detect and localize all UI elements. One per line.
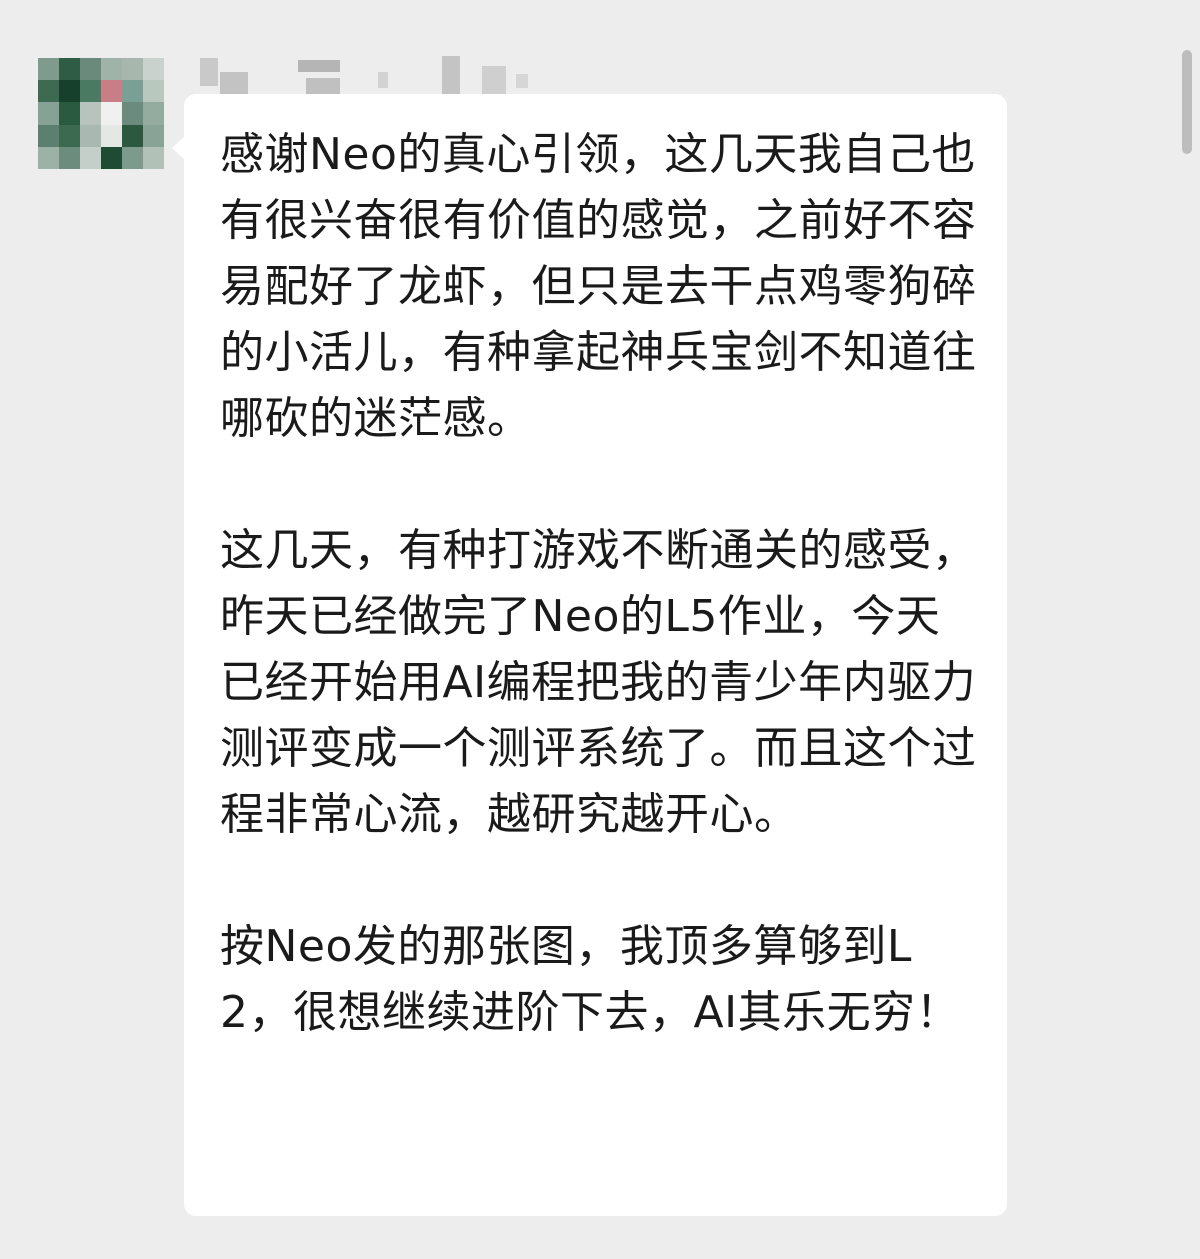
avatar-pixel [59, 146, 80, 169]
avatar-pixel [80, 58, 101, 81]
blur-block [378, 72, 388, 88]
avatar-pixel [101, 124, 122, 147]
sender-name [200, 48, 201, 49]
blur-block [220, 72, 248, 96]
avatar-pixel [143, 58, 164, 81]
avatar-pixel [143, 146, 164, 169]
avatar-pixel [101, 102, 122, 125]
message-paragraph: 这几天，有种打游戏不断通关的感受，昨天已经做完了Neo的L5作业，今天已经开始用… [220, 525, 977, 840]
avatar-pixel [122, 124, 143, 147]
avatar-pixel [59, 102, 80, 125]
avatar-pixel [122, 102, 143, 125]
avatar-pixel [38, 124, 59, 147]
avatar-pixel [101, 80, 122, 103]
message-paragraph: 按Neo发的那张图，我顶多算够到L2，很想继续进阶下去，AI其乐无穷！ [220, 921, 961, 1038]
blur-block [298, 60, 340, 72]
avatar-pixel [38, 146, 59, 169]
blur-block [516, 74, 528, 88]
avatar-pixel [143, 124, 164, 147]
blur-block [200, 58, 218, 86]
avatar-pixel [122, 146, 143, 169]
avatar-pixel [101, 58, 122, 81]
avatar-pixel [59, 58, 80, 81]
avatar-pixel [101, 146, 122, 169]
avatar-pixel [80, 102, 101, 125]
avatar-pixel [59, 124, 80, 147]
sender-name-blurred [200, 48, 540, 96]
message-paragraph: 感谢Neo的真心引领，这几天我自己也有很兴奋很有价值的感觉，之前好不容易配好了龙… [220, 129, 977, 444]
avatar-pixel [122, 58, 143, 81]
avatar-pixel [143, 80, 164, 103]
avatar-pixel [38, 58, 59, 81]
avatar-pixel [80, 80, 101, 103]
avatar-pixel [122, 80, 143, 103]
sender-avatar[interactable] [38, 58, 164, 169]
avatar-pixel [38, 102, 59, 125]
blur-block [442, 56, 460, 94]
scrollbar[interactable] [1182, 50, 1192, 154]
avatar-pixel [59, 80, 80, 103]
avatar-pixel [143, 102, 164, 125]
avatar-pixel [80, 124, 101, 147]
message-bubble[interactable]: 感谢Neo的真心引领，这几天我自己也有很兴奋很有价值的感觉，之前好不容易配好了龙… [184, 94, 1007, 1216]
blur-block [482, 66, 506, 94]
avatar-pixel [80, 146, 101, 169]
avatar-pixel [38, 80, 59, 103]
